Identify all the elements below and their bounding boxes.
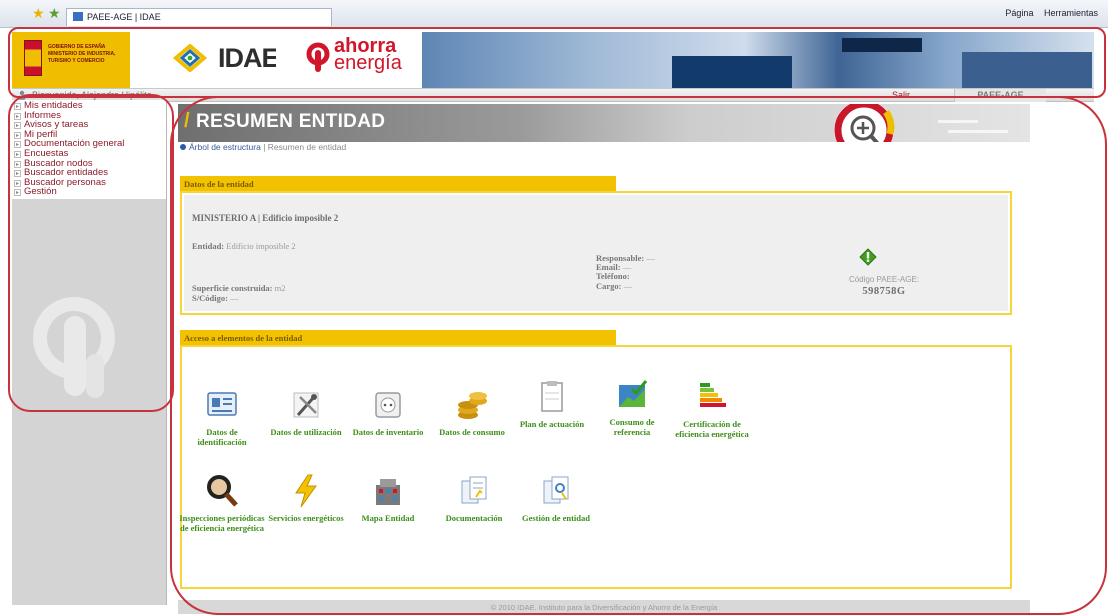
browser-tab[interactable]: PAEE-AGE | IDAE xyxy=(66,8,332,26)
add-favorite-icon[interactable]: ★ xyxy=(48,6,61,22)
tab-favicon-icon xyxy=(73,12,83,21)
tools-menu[interactable]: Herramientas xyxy=(1044,8,1098,18)
annotation-outline-main xyxy=(170,96,1107,615)
browser-tools: Página Herramientas xyxy=(997,8,1098,18)
annotation-outline-sidebar xyxy=(8,94,174,412)
page-menu[interactable]: Página xyxy=(1005,8,1033,18)
browser-toolbar: ★ ★ PAEE-AGE | IDAE Página Herramientas xyxy=(0,0,1108,28)
favorites-star-icon[interactable]: ★ xyxy=(32,6,45,22)
browser-tab-title: PAEE-AGE | IDAE xyxy=(87,12,161,22)
annotation-outline-header xyxy=(8,27,1106,98)
